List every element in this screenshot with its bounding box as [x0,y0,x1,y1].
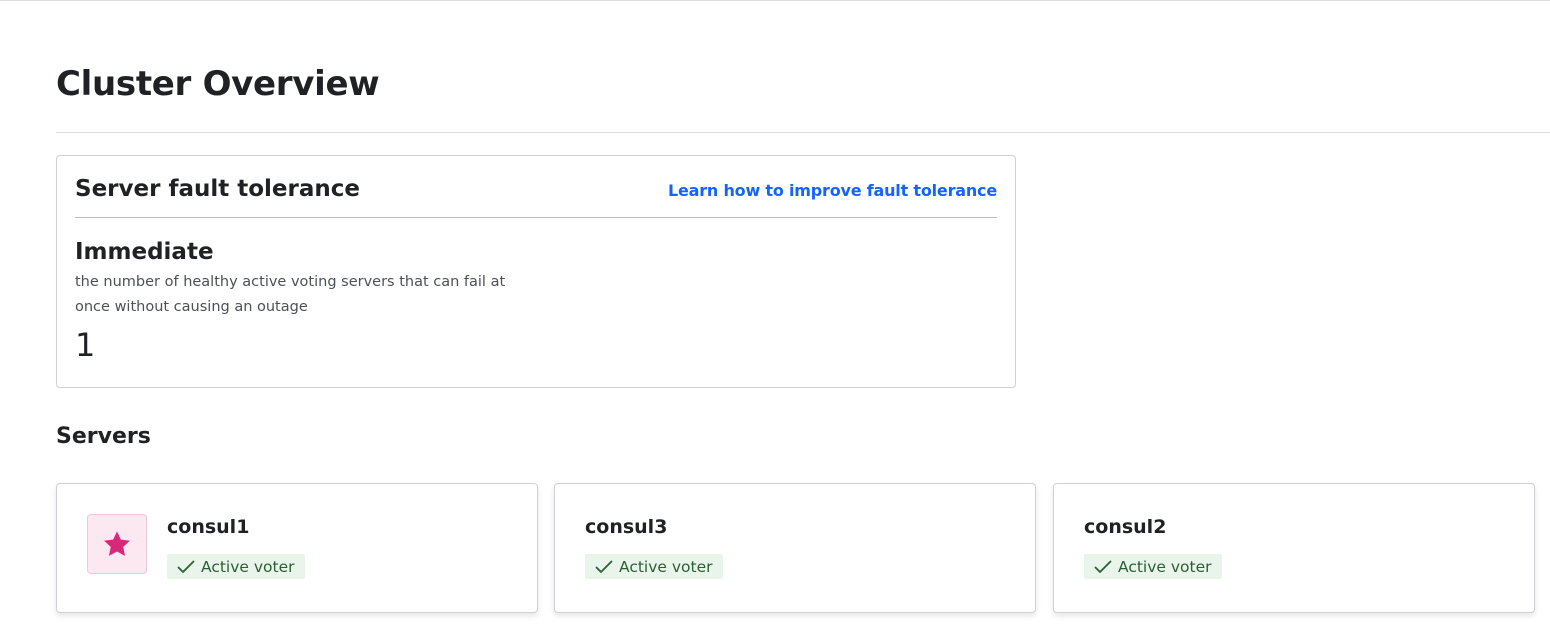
page-title: Cluster Overview [56,64,380,104]
immediate-metric-description: the number of healthy active voting serv… [75,274,506,315]
server-name: consul1 [167,516,250,538]
fault-tolerance-card: Server fault tolerance Learn how to impr… [56,155,1016,388]
status-label: Active voter [619,557,713,576]
server-card-consul1[interactable]: consul1 Active voter [56,483,538,613]
top-divider [0,0,1550,1]
status-label: Active voter [201,557,295,576]
server-name: consul2 [1084,516,1167,538]
check-icon [595,560,613,573]
servers-heading: Servers [56,424,151,449]
title-divider [56,132,1550,133]
check-icon [1094,560,1112,573]
fault-tolerance-title: Server fault tolerance [75,176,360,202]
leader-badge [87,514,147,574]
server-card-consul2[interactable]: consul2 Active voter [1053,483,1535,613]
server-card-consul3[interactable]: consul3 Active voter [554,483,1036,613]
immediate-metric-value: 1 [75,326,96,364]
server-name: consul3 [585,516,668,538]
fault-tolerance-header: Server fault tolerance Learn how to impr… [75,156,997,218]
learn-fault-tolerance-link[interactable]: Learn how to improve fault tolerance [668,180,997,202]
status-badge: Active voter [1084,554,1222,579]
immediate-metric-title: Immediate [75,239,214,265]
status-badge: Active voter [585,554,723,579]
status-label: Active voter [1118,557,1212,576]
status-badge: Active voter [167,554,305,579]
star-icon [104,531,130,556]
check-icon [177,560,195,573]
